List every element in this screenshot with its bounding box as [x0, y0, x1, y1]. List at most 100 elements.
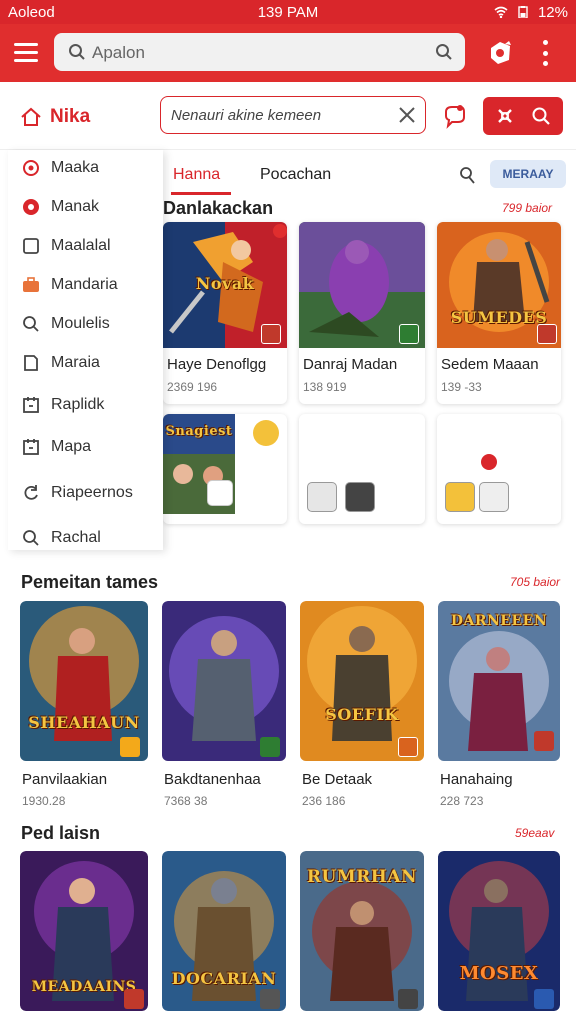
drawer-item-mandaria[interactable]: Mandaria — [8, 267, 163, 303]
card-title: Be Detaak — [302, 771, 373, 788]
game-thumbnail — [162, 601, 286, 761]
game-card[interactable]: MOSEX — [438, 851, 560, 1011]
drawer-item-label: Riapeernos — [51, 484, 133, 501]
game-card[interactable]: Danraj Madan 138 919 — [299, 222, 425, 404]
game-card[interactable]: RUMRHAN — [300, 851, 424, 1011]
drawer-item-label: Mandaria — [51, 276, 118, 293]
drawer-item-manak[interactable]: Manak — [8, 189, 163, 225]
drawer-item-moulelis[interactable]: Moulelis — [8, 306, 163, 342]
briefcase-icon — [23, 277, 39, 292]
game-card[interactable]: SHEAHAUN Panvilaakian 1930.28 — [20, 601, 148, 811]
card-meta: 236 186 — [302, 794, 346, 808]
drawer-item-label: Maalalal — [51, 237, 111, 254]
game-thumbnail: DARNEEEN — [438, 601, 560, 761]
refresh-icon — [24, 485, 38, 500]
tab-bar: Hanna Pocachan MERAAY — [163, 150, 576, 200]
close-icon[interactable] — [273, 224, 287, 238]
card-title: Sedem Maaan — [441, 356, 539, 373]
game-thumbnail: RUMRHAN — [300, 851, 424, 1011]
drawer-item-label: Rachal — [51, 529, 101, 546]
rating-badge — [398, 989, 418, 1009]
card-meta: 228 723 — [440, 794, 484, 808]
game-thumbnail: DOCARIAN — [162, 851, 286, 1011]
grid-icon — [498, 109, 512, 123]
search-input[interactable]: Apalon — [54, 33, 465, 71]
game-card[interactable]: Snagiest — [163, 414, 287, 524]
gear-icon — [23, 199, 39, 215]
battery-icon — [518, 6, 528, 18]
search-icon — [23, 316, 39, 332]
battery-percent: 12% — [537, 3, 568, 21]
game-thumbnail — [299, 222, 425, 348]
main-content: Pemeitan tames 705 baior SHEAHAUN Panvil… — [0, 555, 576, 1024]
game-card[interactable]: SUMEDES Sedem Maaan 139 -33 — [437, 222, 561, 404]
drawer-item-riapeernos[interactable]: Riapeernos — [8, 475, 163, 511]
app-bar: Apalon — [0, 24, 576, 82]
search-icon — [23, 530, 39, 546]
drawer-item-label: Maraia — [51, 354, 100, 371]
game-thumbnail: MOSEX — [438, 851, 560, 1011]
tab-pocachan[interactable]: Pocachan — [260, 166, 331, 184]
game-card[interactable]: DOCARIAN — [162, 851, 286, 1011]
page-icon — [24, 355, 38, 371]
see-all-link[interactable]: 799 baior — [502, 201, 552, 215]
home-button[interactable]: Nika — [20, 106, 90, 128]
rating-badge — [260, 737, 280, 757]
game-card[interactable]: SOEFIK Be Detaak 236 186 — [300, 601, 424, 811]
game-card[interactable]: DARNEEEN Hanahaing 228 723 — [438, 601, 560, 811]
card-meta: 7368 38 — [164, 794, 208, 808]
drawer-item-maaka[interactable]: Maaka — [8, 150, 163, 186]
filter-pill[interactable]: MERAAY — [490, 160, 566, 188]
see-all-link[interactable]: 705 baior — [510, 575, 560, 589]
app-tile — [479, 482, 509, 512]
calendar-icon — [23, 397, 39, 413]
game-card[interactable] — [437, 414, 561, 524]
calendar-icon — [23, 439, 39, 455]
drawer-item-rachal[interactable]: Rachal — [8, 520, 163, 556]
card-title: Hanahaing — [440, 771, 513, 788]
art-title: DARNEEEN — [450, 613, 548, 629]
filter-search-input[interactable]: Nenauri akine kemeen — [160, 96, 426, 134]
person-icon[interactable] — [457, 166, 477, 186]
status-icons: 12% — [494, 4, 568, 21]
home-label: Nika — [50, 106, 91, 127]
drawer-item-label: Maaka — [51, 159, 100, 176]
game-thumbnail: SOEFIK — [300, 601, 424, 761]
game-card[interactable] — [299, 414, 425, 524]
game-card[interactable]: Novak Haye Denoflgg 2369 196 — [163, 222, 287, 404]
action-button[interactable] — [483, 97, 563, 135]
art-title: Novak — [195, 274, 255, 293]
search-icon[interactable] — [435, 43, 453, 61]
drawer-item-label: Moulelis — [51, 315, 110, 332]
share-icon[interactable] — [440, 102, 468, 130]
game-card[interactable]: Bakdtanenhaa 7368 38 — [162, 601, 286, 811]
drawer-item-maraia[interactable]: Maraia — [8, 345, 163, 381]
drawer-item-mapa[interactable]: Mapa — [8, 429, 163, 465]
overflow-menu-button[interactable] — [540, 40, 550, 66]
see-all-link[interactable]: 59eaav — [515, 826, 554, 840]
card-meta: 138 919 — [303, 380, 347, 394]
drawer-item-label: Mapa — [51, 438, 92, 455]
hamburger-menu-button[interactable] — [14, 38, 42, 66]
section-title: Danlakackan — [163, 198, 274, 218]
drawer-item-maalalal[interactable]: Maalalal — [8, 228, 163, 264]
card-title: Haye Denoflgg — [167, 356, 267, 373]
rating-badge — [537, 324, 557, 344]
dot-icon — [481, 454, 497, 470]
drawer-item-raplidk[interactable]: Raplidk — [8, 387, 163, 423]
game-card[interactable]: MEADAAINS — [20, 851, 148, 1011]
drawer-item-label: Raplidk — [51, 396, 105, 413]
close-icon[interactable] — [397, 105, 417, 125]
rating-badge — [260, 989, 280, 1009]
section-title: Ped laisn — [21, 823, 101, 843]
shield-icon — [253, 420, 279, 446]
notification-icon[interactable] — [485, 38, 515, 68]
app-tile — [345, 482, 375, 512]
game-thumbnail: SHEAHAUN — [20, 601, 148, 761]
tab-indicator — [171, 192, 231, 195]
card-title: Panvilaakian — [22, 771, 108, 788]
search-icon — [532, 107, 550, 125]
tab-hanna[interactable]: Hanna — [173, 166, 220, 184]
drawer-item-label: Manak — [51, 198, 100, 215]
section-title: Pemeitan tames — [21, 572, 159, 592]
